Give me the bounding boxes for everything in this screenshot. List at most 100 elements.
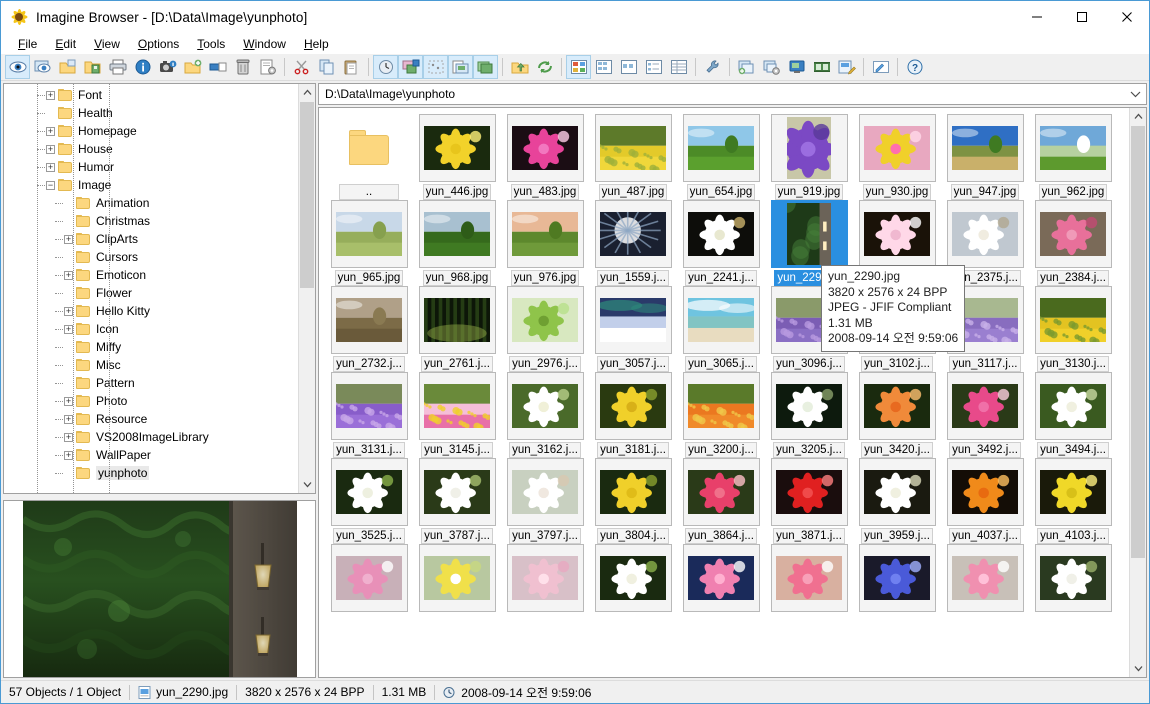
settings-wrench-icon[interactable] — [700, 55, 725, 79]
filmstrip-icon[interactable] — [809, 55, 834, 79]
thumbnail-item[interactable]: yun_3162.j... — [501, 372, 589, 458]
rename-icon[interactable] — [205, 55, 230, 79]
thumbnail-item[interactable] — [413, 544, 501, 612]
chevron-down-icon[interactable] — [299, 476, 315, 493]
thumbnail-item[interactable] — [853, 544, 941, 612]
thumbnail-options-icon[interactable] — [398, 55, 423, 79]
tree-item[interactable]: Flower — [4, 284, 298, 302]
chevron-down-icon[interactable] — [1124, 90, 1146, 98]
expand-icon[interactable]: + — [46, 162, 55, 172]
thumbnail-grid[interactable]: .. yun_446.jpg yun_483.jpg yun_487.jpg yun_6… — [319, 108, 1130, 677]
thumbnail-item[interactable]: yun_3864.j... — [677, 458, 765, 544]
menu-file[interactable]: File — [9, 35, 46, 53]
wallpaper-icon[interactable] — [784, 55, 809, 79]
thumbnail-item[interactable] — [677, 544, 765, 612]
collapse-icon[interactable]: − — [46, 180, 55, 190]
delete-icon[interactable] — [230, 55, 255, 79]
expand-icon[interactable]: + — [64, 414, 73, 424]
tree-item[interactable]: Miffy — [4, 338, 298, 356]
thumbnail-item[interactable]: yun_4037.j... — [941, 458, 1029, 544]
thumbnail-item[interactable]: yun_919.jpg — [765, 114, 853, 200]
thumbnail-item[interactable]: yun_446.jpg — [413, 114, 501, 200]
expand-icon[interactable]: + — [64, 234, 73, 244]
refresh-icon[interactable] — [532, 55, 557, 79]
thumbnail-item[interactable] — [1029, 544, 1117, 612]
copy-icon[interactable] — [314, 55, 339, 79]
save-all-icon[interactable] — [80, 55, 105, 79]
new-folder-icon[interactable] — [180, 55, 205, 79]
tree-item[interactable]: Animation — [4, 194, 298, 212]
tree-item[interactable]: + Hello Kitty — [4, 302, 298, 320]
thumbnail-item[interactable]: yun_3959.j... — [853, 458, 941, 544]
paste-icon[interactable] — [339, 55, 364, 79]
view-details-icon[interactable] — [666, 55, 691, 79]
thumbnail-item[interactable]: yun_3871.j... — [765, 458, 853, 544]
thumbnail-item[interactable]: yun_2732.j... — [325, 286, 413, 372]
up-folder-icon[interactable] — [507, 55, 532, 79]
view-tiles-icon[interactable] — [591, 55, 616, 79]
view-thumbnails-icon[interactable] — [566, 55, 591, 79]
print-icon[interactable] — [105, 55, 130, 79]
pen-tool-icon[interactable] — [868, 55, 893, 79]
thumbnail-item[interactable]: yun_3131.j... — [325, 372, 413, 458]
tree-item[interactable]: Misc — [4, 356, 298, 374]
thumbnail-item[interactable]: yun_2384.j... — [1029, 200, 1117, 286]
expand-icon[interactable]: + — [64, 306, 73, 316]
thumbnail-item[interactable]: yun_483.jpg — [501, 114, 589, 200]
tree-item[interactable]: + Humor — [4, 158, 298, 176]
select-none-icon[interactable] — [423, 55, 448, 79]
slideshow-icon[interactable] — [373, 55, 398, 79]
tree-item[interactable]: + Photo — [4, 392, 298, 410]
thumbnail-item[interactable]: yun_3492.j... — [941, 372, 1029, 458]
thumbnail-item[interactable] — [765, 544, 853, 612]
view-image-icon[interactable] — [5, 55, 30, 79]
menu-window[interactable]: Window — [234, 35, 295, 53]
menu-tools[interactable]: Tools — [188, 35, 234, 53]
tree-scroll-thumb[interactable] — [300, 102, 314, 288]
tree-item[interactable]: + Emoticon — [4, 266, 298, 284]
image-settings-icon[interactable] — [759, 55, 784, 79]
expand-icon[interactable]: + — [64, 450, 73, 460]
tree-item[interactable]: Christmas — [4, 212, 298, 230]
help-icon[interactable]: ? — [902, 55, 927, 79]
tree-item[interactable]: Pattern — [4, 374, 298, 392]
parent-folder-item[interactable]: .. — [325, 114, 413, 200]
thumbnail-item[interactable]: yun_3787.j... — [413, 458, 501, 544]
path-bar[interactable]: D:\Data\Image\yunphoto — [318, 83, 1147, 105]
thumbnail-item[interactable]: yun_3065.j... — [677, 286, 765, 372]
info-icon[interactable] — [130, 55, 155, 79]
thumbnail-item[interactable]: yun_3205.j... — [765, 372, 853, 458]
stack-images-icon[interactable] — [473, 55, 498, 79]
view-icons-icon[interactable] — [616, 55, 641, 79]
thumbnail-item[interactable] — [941, 544, 1029, 612]
thumbnail-item[interactable]: yun_487.jpg — [589, 114, 677, 200]
thumbnail-item[interactable]: yun_3130.j... — [1029, 286, 1117, 372]
thumbnail-item[interactable]: yun_3145.j... — [413, 372, 501, 458]
properties-icon[interactable] — [255, 55, 280, 79]
thumbnail-item[interactable]: yun_930.jpg — [853, 114, 941, 200]
thumbnail-item[interactable]: yun_3057.j... — [589, 286, 677, 372]
thumbnail-scrollbar[interactable] — [1129, 108, 1146, 677]
thumbnail-item[interactable]: yun_1559.j... — [589, 200, 677, 286]
add-image-icon[interactable] — [734, 55, 759, 79]
thumbnail-item[interactable]: yun_3804.j... — [589, 458, 677, 544]
thumbnail-item[interactable]: yun_968.jpg — [413, 200, 501, 286]
tree-item[interactable]: yunphoto — [4, 464, 298, 482]
close-button[interactable] — [1104, 1, 1149, 33]
thumbnail-item[interactable]: yun_3420.j... — [853, 372, 941, 458]
thumbnail-item[interactable]: yun_3494.j... — [1029, 372, 1117, 458]
expand-icon[interactable]: + — [46, 126, 55, 136]
minimize-button[interactable] — [1014, 1, 1059, 33]
expand-icon[interactable]: + — [64, 396, 73, 406]
capture-icon[interactable] — [155, 55, 180, 79]
chevron-up-icon[interactable] — [299, 84, 315, 101]
chevron-down-icon[interactable] — [1130, 660, 1146, 677]
menu-options[interactable]: Options — [129, 35, 188, 53]
batch-convert-icon[interactable] — [448, 55, 473, 79]
tree-item[interactable]: − Image — [4, 176, 298, 194]
edit-image-icon[interactable] — [834, 55, 859, 79]
expand-icon[interactable]: + — [64, 270, 73, 280]
tree-scrollbar[interactable] — [298, 84, 315, 493]
chevron-up-icon[interactable] — [1130, 108, 1146, 125]
thumbnail-item[interactable]: yun_2241.j... — [677, 200, 765, 286]
